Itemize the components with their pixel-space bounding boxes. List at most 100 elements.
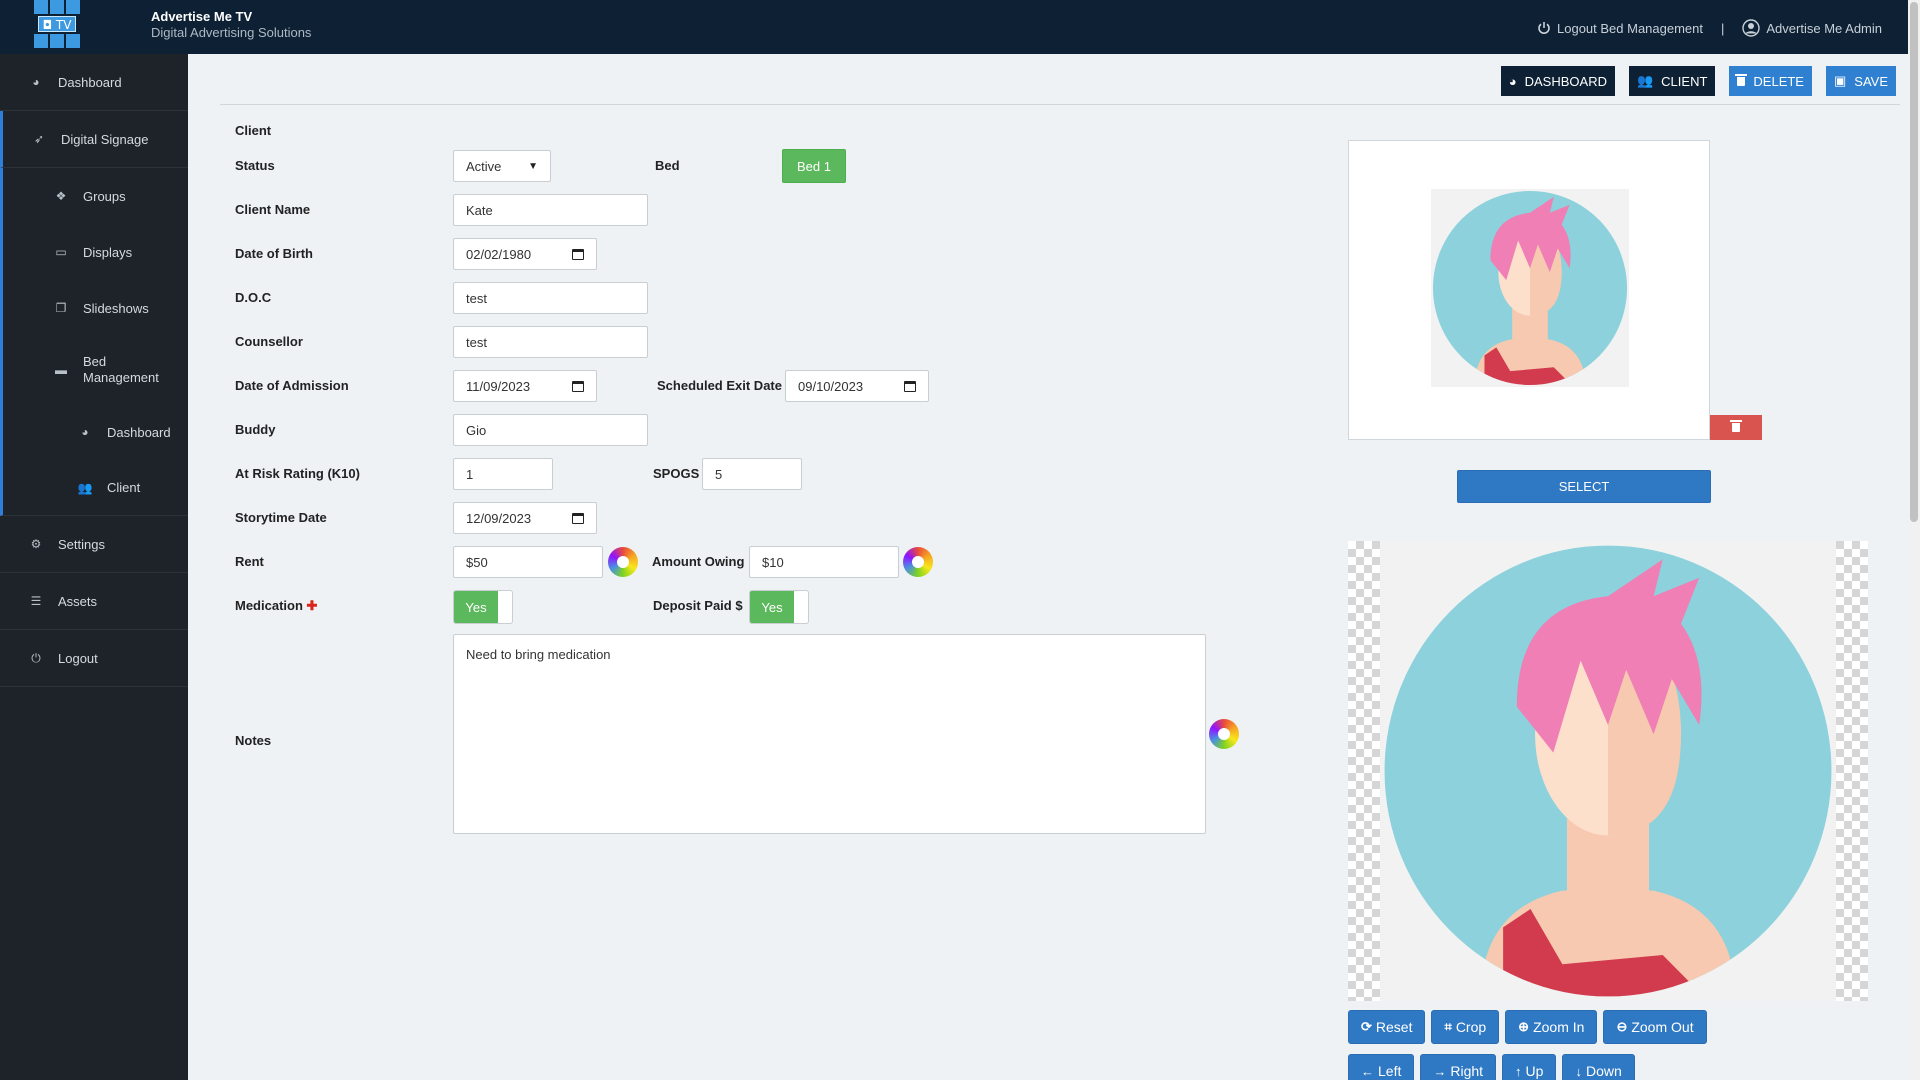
sidebar-item-groups[interactable]: ❖ Groups — [0, 168, 188, 224]
admission-value: 11/09/2023 — [466, 378, 531, 394]
photo-preview — [1348, 140, 1710, 440]
up-label: Up — [1525, 1063, 1544, 1079]
sidebar-item-bed-dashboard[interactable]: ◕ Dashboard — [0, 404, 188, 460]
sidebar-item-assets[interactable]: ☰ Assets — [0, 573, 188, 630]
rent-input[interactable] — [453, 546, 603, 578]
gauge-icon: ◕ — [1508, 73, 1517, 89]
dashboard-button-label: DASHBOARD — [1524, 73, 1607, 89]
sidebar-item-label: Dashboard — [107, 424, 171, 440]
counsellor-input[interactable] — [453, 326, 648, 358]
calendar-icon[interactable] — [572, 248, 584, 260]
counsellor-label: Counsellor — [235, 334, 303, 349]
client-name-input[interactable] — [453, 194, 648, 226]
app-logo[interactable]: ◘ TV — [34, 0, 80, 48]
floppy-icon: ▣ — [1833, 73, 1847, 88]
sidebar-item-logout[interactable]: ⏻ Logout — [0, 630, 188, 687]
main-content: ◕ DASHBOARD 👥 CLIENT DELETE ▣ SAVE Clien… — [188, 54, 1908, 1080]
gear-icon: ⚙ — [30, 537, 42, 551]
cubes-icon: ❖ — [55, 189, 67, 203]
section-title: Client — [235, 123, 272, 138]
dob-label: Date of Birth — [235, 246, 313, 261]
medication-label-text: Medication — [235, 598, 303, 613]
sidebar-item-settings[interactable]: ⚙ Settings — [0, 516, 188, 573]
image-cropper[interactable] — [1348, 541, 1868, 1001]
dob-value: 02/02/1980 — [466, 246, 532, 262]
logout-bed-management-link[interactable]: Logout Bed Management — [1537, 21, 1703, 36]
sidebar-item-client[interactable]: 👥 Client — [0, 460, 188, 516]
sidebar-item-bed-management[interactable]: ▬ Bed Management — [0, 336, 188, 404]
calendar-icon[interactable] — [572, 380, 584, 392]
amount-owing-label: Amount Owing — [652, 554, 745, 569]
sidebar-item-label: Assets — [58, 593, 98, 609]
color-wheel-icon[interactable] — [1209, 719, 1239, 749]
move-down-button[interactable]: ↓ Down — [1562, 1054, 1635, 1080]
spogs-input[interactable] — [702, 458, 802, 490]
risk-rating-input[interactable] — [453, 458, 553, 490]
color-wheel-icon[interactable] — [903, 547, 933, 577]
calendar-icon[interactable] — [904, 380, 916, 392]
zoom-in-label: Zoom In — [1533, 1019, 1585, 1035]
color-wheel-icon[interactable] — [608, 547, 638, 577]
notes-textarea[interactable]: Need to bring medication — [453, 634, 1206, 834]
medication-toggle[interactable]: Yes — [453, 590, 513, 624]
sidebar-item-label: Logout — [58, 650, 98, 666]
client-button[interactable]: 👥 CLIENT — [1628, 66, 1716, 96]
scrollbar-thumb[interactable] — [1910, 2, 1918, 522]
power-icon — [1538, 22, 1550, 34]
client-name-label: Client Name — [235, 202, 311, 217]
amount-owing-input[interactable] — [749, 546, 899, 578]
cropper-toolbar-row1: ⟳ Reset ⌗ Crop ⊕ Zoom In ⊖ Zoom Out — [1348, 1010, 1707, 1044]
reset-button[interactable]: ⟳ Reset — [1348, 1010, 1426, 1044]
arrow-down-icon: ↓ — [1575, 1063, 1582, 1079]
zoom-out-button[interactable]: ⊖ Zoom Out — [1603, 1010, 1707, 1044]
user-menu[interactable]: Advertise Me Admin — [1742, 19, 1882, 37]
brand-subtitle: Digital Advertising Solutions — [151, 25, 312, 40]
move-right-button[interactable]: → Right — [1420, 1054, 1497, 1080]
zoom-out-icon: ⊖ — [1616, 1019, 1628, 1034]
save-button[interactable]: ▣ SAVE — [1825, 66, 1896, 96]
page-scrollbar[interactable] — [1908, 0, 1920, 1080]
move-left-button[interactable]: ← Left — [1348, 1054, 1415, 1080]
crop-button[interactable]: ⌗ Crop — [1431, 1010, 1500, 1044]
right-label: Right — [1450, 1063, 1484, 1079]
status-select[interactable]: Active ▼ — [453, 150, 551, 182]
admission-date-input[interactable]: 11/09/2023 — [453, 370, 597, 402]
storytime-label: Storytime Date — [235, 510, 327, 525]
gauge-icon: ◕ — [32, 75, 40, 89]
delete-button[interactable]: DELETE — [1729, 66, 1812, 96]
remove-photo-button[interactable] — [1710, 415, 1762, 440]
logout-label: Logout Bed Management — [1557, 20, 1703, 36]
storytime-date-input[interactable]: 12/09/2023 — [453, 502, 597, 534]
sidebar-item-digital-signage[interactable]: ➶ Digital Signage — [0, 111, 188, 168]
sidebar-item-label: Settings — [58, 536, 105, 552]
status-label: Status — [235, 158, 275, 173]
deposit-paid-toggle[interactable]: Yes — [749, 590, 809, 624]
crop-label: Crop — [1455, 1019, 1487, 1035]
storytime-value: 12/09/2023 — [466, 510, 532, 526]
sidebar-item-displays[interactable]: ▭ Displays — [0, 224, 188, 280]
sidebar-item-label: Groups — [83, 188, 126, 204]
trash-icon — [1730, 420, 1742, 432]
dashboard-button[interactable]: ◕ DASHBOARD — [1500, 66, 1615, 96]
doc-input[interactable] — [453, 282, 648, 314]
sidebar-item-slideshows[interactable]: ❐ Slideshows — [0, 280, 188, 336]
dob-date-input[interactable]: 02/02/1980 — [453, 238, 597, 270]
header-divider — [220, 104, 1900, 105]
zoom-in-button[interactable]: ⊕ Zoom In — [1505, 1010, 1598, 1044]
gauge-icon: ◕ — [81, 425, 89, 439]
avatar-image — [1431, 189, 1629, 387]
spogs-label: SPOGS — [653, 466, 700, 481]
sidebar-item-label: Bed Management — [83, 354, 159, 386]
top-right-menu: Logout Bed Management | Advertise Me Adm… — [1537, 19, 1882, 37]
bed-button[interactable]: Bed 1 — [782, 149, 846, 183]
exit-date-input[interactable]: 09/10/2023 — [785, 370, 929, 402]
sidebar-item-dashboard[interactable]: ◕ Dashboard — [0, 54, 188, 111]
buddy-input[interactable] — [453, 414, 648, 446]
zoom-out-label: Zoom Out — [1631, 1019, 1694, 1035]
sidebar-item-label: Client — [107, 480, 141, 495]
select-photo-button[interactable]: SELECT — [1457, 470, 1711, 503]
sidebar-item-label: Digital Signage — [61, 131, 149, 147]
calendar-icon[interactable] — [572, 512, 584, 524]
move-up-button[interactable]: ↑ Up — [1502, 1054, 1557, 1080]
admission-label: Date of Admission — [235, 378, 349, 393]
